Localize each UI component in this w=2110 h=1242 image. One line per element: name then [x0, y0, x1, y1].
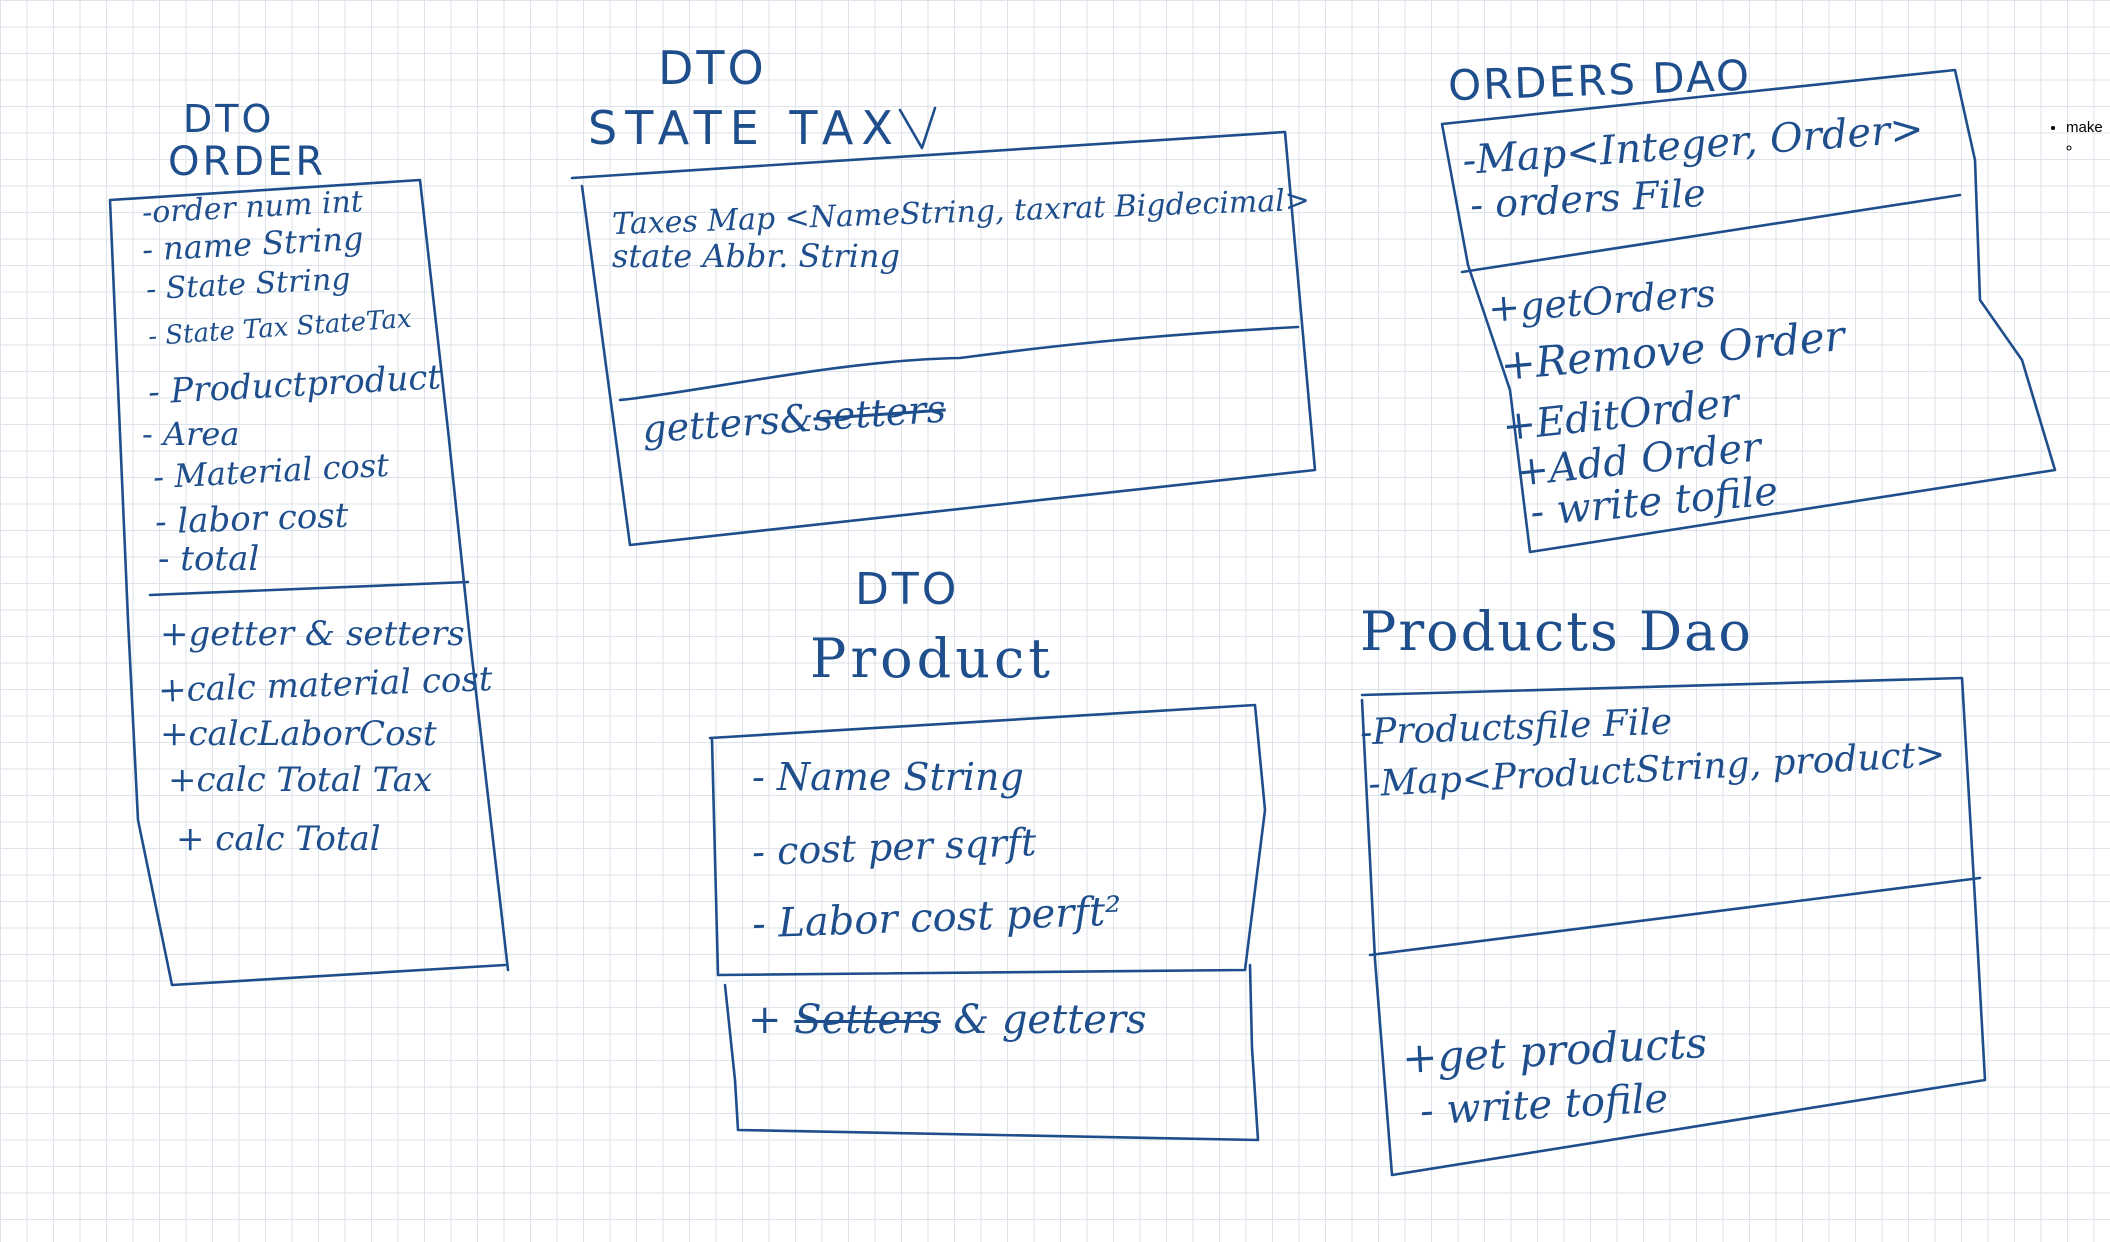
order-method: + calc Total	[176, 819, 381, 859]
setters-struck-label: setters	[811, 386, 948, 440]
order-field: - Area	[142, 415, 240, 453]
order-method: +getter & setters	[160, 614, 465, 654]
note-sub-bullet	[2082, 138, 2103, 158]
order-field: - total	[158, 539, 260, 579]
order-method: +calc Total Tax	[168, 760, 433, 800]
product-method: + Setters & getters	[748, 1000, 1147, 1040]
order-field: - labor cost	[154, 495, 349, 543]
product-dto-title: Product	[810, 627, 1054, 690]
orders-dao-title: ORDERS DAO	[1447, 50, 1752, 111]
products-dao-title: Products Dao	[1360, 600, 1753, 663]
order-method: +calcLaborCost	[160, 714, 437, 754]
order-dto-title: ORDER	[168, 139, 327, 185]
state-tax-dto-title: STATE TAX	[588, 101, 901, 155]
orders-dao-field: - orders File	[1469, 170, 1707, 228]
product-dto-stereotype: DTO	[855, 564, 960, 615]
order-dto-stereotype: DTO	[183, 97, 275, 141]
product-field: - Name String	[752, 755, 1024, 799]
product-field: - cost per sqrft	[751, 820, 1038, 874]
getters-label: & getters	[953, 997, 1147, 1043]
plus-label: +	[748, 997, 782, 1043]
state-tax-dto-box	[570, 106, 1317, 547]
note-bullet: make	[2066, 118, 2103, 158]
state-tax-field: state Abbr. String	[612, 237, 900, 275]
setters-struck-label: Setters	[794, 997, 941, 1043]
state-tax-dto-stereotype: DTO	[658, 41, 767, 95]
sidebar-note: make	[2050, 118, 2103, 158]
note-bullet-text: make	[2066, 119, 2103, 136]
